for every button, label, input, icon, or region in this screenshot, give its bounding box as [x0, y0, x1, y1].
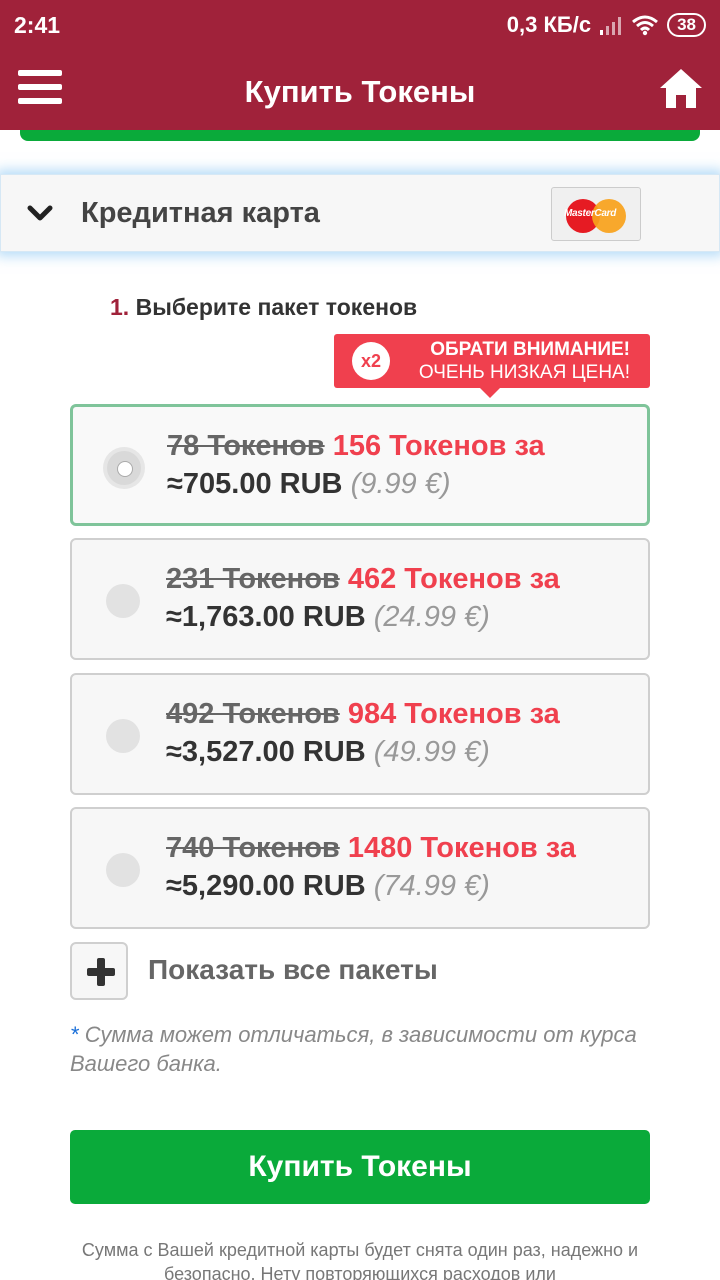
package-option-4[interactable]: 740 Токенов 1480 Токенов за ≈5,290.00 RU… [70, 807, 650, 929]
package-old-amount: 492 Токенов [166, 698, 340, 730]
note-text: Сумма может отличаться, в зависимости от… [70, 1022, 637, 1076]
package-new-amount: 984 Токенов за [347, 698, 560, 730]
mastercard-logo: MasterCard [551, 187, 641, 241]
step-number: 1. [110, 294, 130, 320]
status-right: 0,3 КБ/с 38 [507, 12, 706, 38]
package-price: ≈3,527.00 RUB [166, 736, 366, 768]
show-all-label[interactable]: Показать все пакеты [148, 954, 438, 986]
package-text: 78 Токенов 156 Токенов за ≈705.00 RUB (9… [167, 427, 637, 503]
package-price: ≈5,290.00 RUB [166, 870, 366, 902]
package-old-amount: 740 Токенов [166, 832, 340, 864]
payment-method-label: Кредитная карта [81, 197, 320, 229]
package-new-amount: 156 Токенов за [332, 430, 545, 462]
package-eur: (9.99 €) [350, 468, 451, 500]
radio-unselected-icon[interactable] [106, 584, 140, 618]
radio-unselected-icon[interactable] [106, 853, 140, 887]
green-strip [20, 130, 700, 141]
package-new-amount: 462 Токенов за [347, 563, 560, 595]
package-price: ≈705.00 RUB [167, 468, 343, 500]
package-text: 492 Токенов 984 Токенов за ≈3,527.00 RUB… [166, 695, 636, 771]
battery-icon: 38 [667, 13, 706, 37]
package-eur: (49.99 €) [373, 736, 490, 768]
package-old-amount: 231 Токенов [166, 563, 340, 595]
note-asterisk: * [70, 1022, 79, 1047]
x2-badge: x2 [352, 342, 390, 380]
page-title: Купить Токены [244, 74, 476, 109]
chevron-down-icon [27, 205, 53, 221]
home-icon[interactable] [658, 66, 704, 112]
package-option-3[interactable]: 492 Токенов 984 Токенов за ≈3,527.00 RUB… [70, 673, 650, 795]
payment-method-panel[interactable]: Кредитная карта MasterCard [0, 174, 720, 252]
exchange-note: * Сумма может отличаться, в зависимости … [70, 1020, 670, 1078]
package-option-2[interactable]: 231 Токенов 462 Токенов за ≈1,763.00 RUB… [70, 538, 650, 660]
package-eur: (74.99 €) [373, 870, 490, 902]
package-option-1[interactable]: 78 Токенов 156 Токенов за ≈705.00 RUB (9… [70, 404, 650, 526]
plus-icon[interactable] [70, 942, 128, 1000]
buy-tokens-button[interactable]: Купить Токены [70, 1130, 650, 1204]
radio-unselected-icon[interactable] [106, 719, 140, 753]
step-title-text: Выберите пакет токенов [135, 294, 418, 320]
step-title: 1. Выберите пакет токенов [110, 294, 417, 321]
wifi-icon [632, 15, 659, 36]
footer-note: Сумма с Вашей кредитной карты будет снят… [81, 1240, 639, 1280]
package-text: 231 Токенов 462 Токенов за ≈1,763.00 RUB… [166, 560, 636, 636]
package-text: 740 Токенов 1480 Токенов за ≈5,290.00 RU… [166, 829, 636, 905]
package-old-amount: 78 Токенов [167, 430, 325, 462]
package-price: ≈1,763.00 RUB [166, 601, 366, 633]
app-bar: Купить Токены [0, 52, 720, 130]
promo-line-2: ОЧЕНЬ НИЗКАЯ ЦЕНА! [418, 362, 630, 383]
network-speed: 0,3 КБ/с [506, 12, 592, 37]
package-new-amount: 1480 Токенов за [347, 832, 576, 864]
radio-selected-icon[interactable] [107, 451, 141, 485]
status-bar: 2:41 0,3 КБ/с 38 [0, 0, 720, 52]
signal-icon [600, 17, 622, 35]
promo-line-1: ОБРАТИ ВНИМАНИЕ! [430, 339, 630, 360]
status-time: 2:41 [14, 12, 61, 38]
mastercard-logo-text: MasterCard [564, 208, 617, 219]
promo-banner: x2 ОБРАТИ ВНИМАНИЕ! ОЧЕНЬ НИЗКАЯ ЦЕНА! [334, 334, 650, 398]
package-eur: (24.99 €) [373, 601, 490, 633]
